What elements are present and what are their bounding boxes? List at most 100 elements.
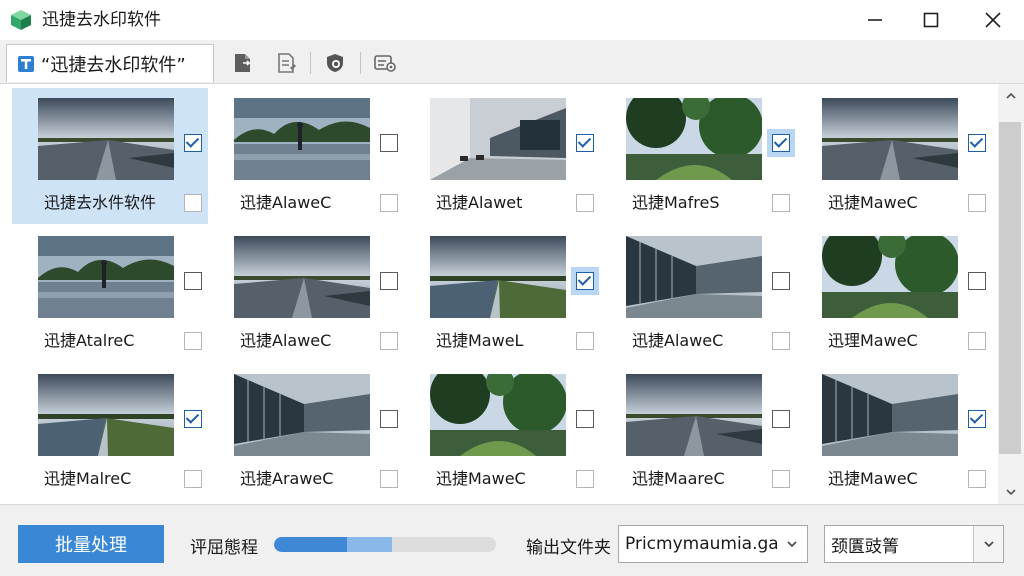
thumbnail-label: 迅捷去水件软件 xyxy=(44,193,157,212)
thumbnail-checkbox[interactable] xyxy=(772,134,790,152)
bottom-bar: 批量处理 评屈態程 输出文件夹 Pricmymaumia.gaa 颈匱豉箐 xyxy=(0,504,1024,576)
thumbnail-item[interactable]: 迅捷AlaweC xyxy=(208,88,404,224)
toolbar-separator xyxy=(360,52,361,74)
thumbnail-checkbox[interactable] xyxy=(576,272,594,290)
progress-fill-secondary xyxy=(347,537,392,552)
output-folder-value: Pricmymaumia.gaa xyxy=(625,534,777,554)
thumbnail-item[interactable]: 迅捷MaweC xyxy=(796,364,992,500)
minimize-icon xyxy=(868,19,882,21)
thumbnail-item[interactable]: 迅捷MaareC xyxy=(600,364,796,500)
format-select[interactable]: 颈匱豉箐 xyxy=(824,525,1004,563)
output-folder-select[interactable]: Pricmymaumia.gaa xyxy=(618,525,808,563)
thumbnail-item[interactable]: 迅捷MafreS xyxy=(600,88,796,224)
thumbnail-checkbox[interactable] xyxy=(576,410,594,428)
label-checkbox[interactable] xyxy=(184,332,202,350)
label-checkbox[interactable] xyxy=(772,194,790,212)
scroll-down-icon[interactable] xyxy=(1005,486,1017,498)
thumbnail-image[interactable] xyxy=(626,236,762,318)
thumbnail-item[interactable]: 迅捷AraweC xyxy=(208,364,404,500)
protect-button[interactable] xyxy=(322,50,348,76)
thumbnail-checkbox[interactable] xyxy=(968,134,986,152)
thumbnail-image[interactable] xyxy=(626,374,762,456)
settings-button[interactable] xyxy=(372,50,398,76)
thumbnail-checkbox[interactable] xyxy=(184,410,202,428)
edit-page-button[interactable] xyxy=(273,50,299,76)
progress-fill xyxy=(274,537,347,552)
thumbnail-label: 迅捷MaweC xyxy=(436,469,526,488)
thumbnail-checkbox[interactable] xyxy=(184,272,202,290)
scrollbar-thumb[interactable] xyxy=(999,122,1021,454)
title-bar: 迅捷去水印软件 xyxy=(0,0,1024,40)
close-button[interactable] xyxy=(970,0,1016,40)
thumbnail-checkbox[interactable] xyxy=(184,134,202,152)
scroll-up-icon[interactable] xyxy=(1005,90,1017,102)
label-checkbox[interactable] xyxy=(968,332,986,350)
thumbnail-image[interactable] xyxy=(234,98,370,180)
thumbnail-image[interactable] xyxy=(822,98,958,180)
thumbnail-item[interactable]: 迅捷去水件软件 xyxy=(12,88,208,224)
thumbnail-grid: 迅捷去水件软件 迅捷AlaweC 迅捷Alawet 迅捷MafreS 迅捷MaweC 迅捷… xyxy=(0,84,998,504)
thumbnail-item[interactable]: 迅捷MalreC xyxy=(12,364,208,500)
thumbnail-checkbox[interactable] xyxy=(576,134,594,152)
label-checkbox[interactable] xyxy=(380,470,398,488)
file-export-icon xyxy=(235,54,251,72)
thumbnail-image[interactable] xyxy=(430,236,566,318)
label-checkbox[interactable] xyxy=(184,470,202,488)
close-icon xyxy=(985,12,1001,28)
thumbnail-checkbox[interactable] xyxy=(380,272,398,290)
thumbnail-image[interactable] xyxy=(626,98,762,180)
thumbnail-item[interactable]: 迅捷AlaweC xyxy=(600,226,796,362)
thumbnail-item[interactable]: 迅捷MaweL xyxy=(404,226,600,362)
page-edit-icon xyxy=(278,53,296,73)
green-cube-icon xyxy=(11,10,31,30)
label-checkbox[interactable] xyxy=(380,194,398,212)
thumbnail-image[interactable] xyxy=(234,236,370,318)
thumbnail-label: 迅捷MalreC xyxy=(44,469,132,488)
thumbnail-checkbox[interactable] xyxy=(772,410,790,428)
minimize-button[interactable] xyxy=(852,0,898,40)
thumbnail-item[interactable]: 迅捷AtalreC xyxy=(12,226,208,362)
label-checkbox[interactable] xyxy=(968,194,986,212)
label-checkbox[interactable] xyxy=(184,194,202,212)
thumbnail-image[interactable] xyxy=(822,236,958,318)
label-checkbox[interactable] xyxy=(772,470,790,488)
thumbnail-checkbox[interactable] xyxy=(772,272,790,290)
label-checkbox[interactable] xyxy=(380,332,398,350)
thumbnail-item[interactable]: 迅理MaweC xyxy=(796,226,992,362)
export-button[interactable] xyxy=(229,50,255,76)
thumbnail-item[interactable]: 迅捷MaweC xyxy=(404,364,600,500)
label-checkbox[interactable] xyxy=(576,194,594,212)
text-tool-icon xyxy=(18,55,34,72)
thumbnail-checkbox[interactable] xyxy=(968,410,986,428)
thumbnail-checkbox[interactable] xyxy=(380,410,398,428)
thumbnail-image[interactable] xyxy=(38,98,174,180)
thumbnail-image[interactable] xyxy=(822,374,958,456)
thumbnail-checkbox[interactable] xyxy=(968,272,986,290)
vertical-scrollbar[interactable] xyxy=(998,84,1024,504)
thumbnail-label: 迅捷AlaweC xyxy=(632,331,724,350)
thumbnail-item[interactable]: 迅捷MaweC xyxy=(796,88,992,224)
thumbnail-image[interactable] xyxy=(430,374,566,456)
thumbnail-image[interactable] xyxy=(38,374,174,456)
thumbnail-image[interactable] xyxy=(38,236,174,318)
label-checkbox[interactable] xyxy=(576,332,594,350)
thumbnail-label: 迅捷AlaweC xyxy=(240,331,332,350)
thumbnail-label: 迅捷AtalreC xyxy=(44,331,135,350)
thumbnail-label: 迅捷AraweC xyxy=(240,469,334,488)
tab-main[interactable]: “迅捷去水印软件” xyxy=(6,44,214,82)
shield-icon xyxy=(327,54,343,72)
label-checkbox[interactable] xyxy=(772,332,790,350)
label-checkbox[interactable] xyxy=(968,470,986,488)
format-value: 颈匱豉箐 xyxy=(831,536,899,557)
thumbnail-label: 迅捷MaareC xyxy=(632,469,725,488)
thumbnail-checkbox[interactable] xyxy=(380,134,398,152)
chevron-down-icon xyxy=(777,526,807,562)
thumbnail-item[interactable]: 迅捷AlaweC xyxy=(208,226,404,362)
label-checkbox[interactable] xyxy=(576,470,594,488)
batch-process-button[interactable]: 批量处理 xyxy=(18,525,164,563)
thumbnail-image[interactable] xyxy=(430,98,566,180)
thumbnail-item[interactable]: 迅捷Alawet xyxy=(404,88,600,224)
thumbnail-label: 迅捷MafreS xyxy=(632,193,720,212)
maximize-button[interactable] xyxy=(908,0,954,40)
thumbnail-image[interactable] xyxy=(234,374,370,456)
